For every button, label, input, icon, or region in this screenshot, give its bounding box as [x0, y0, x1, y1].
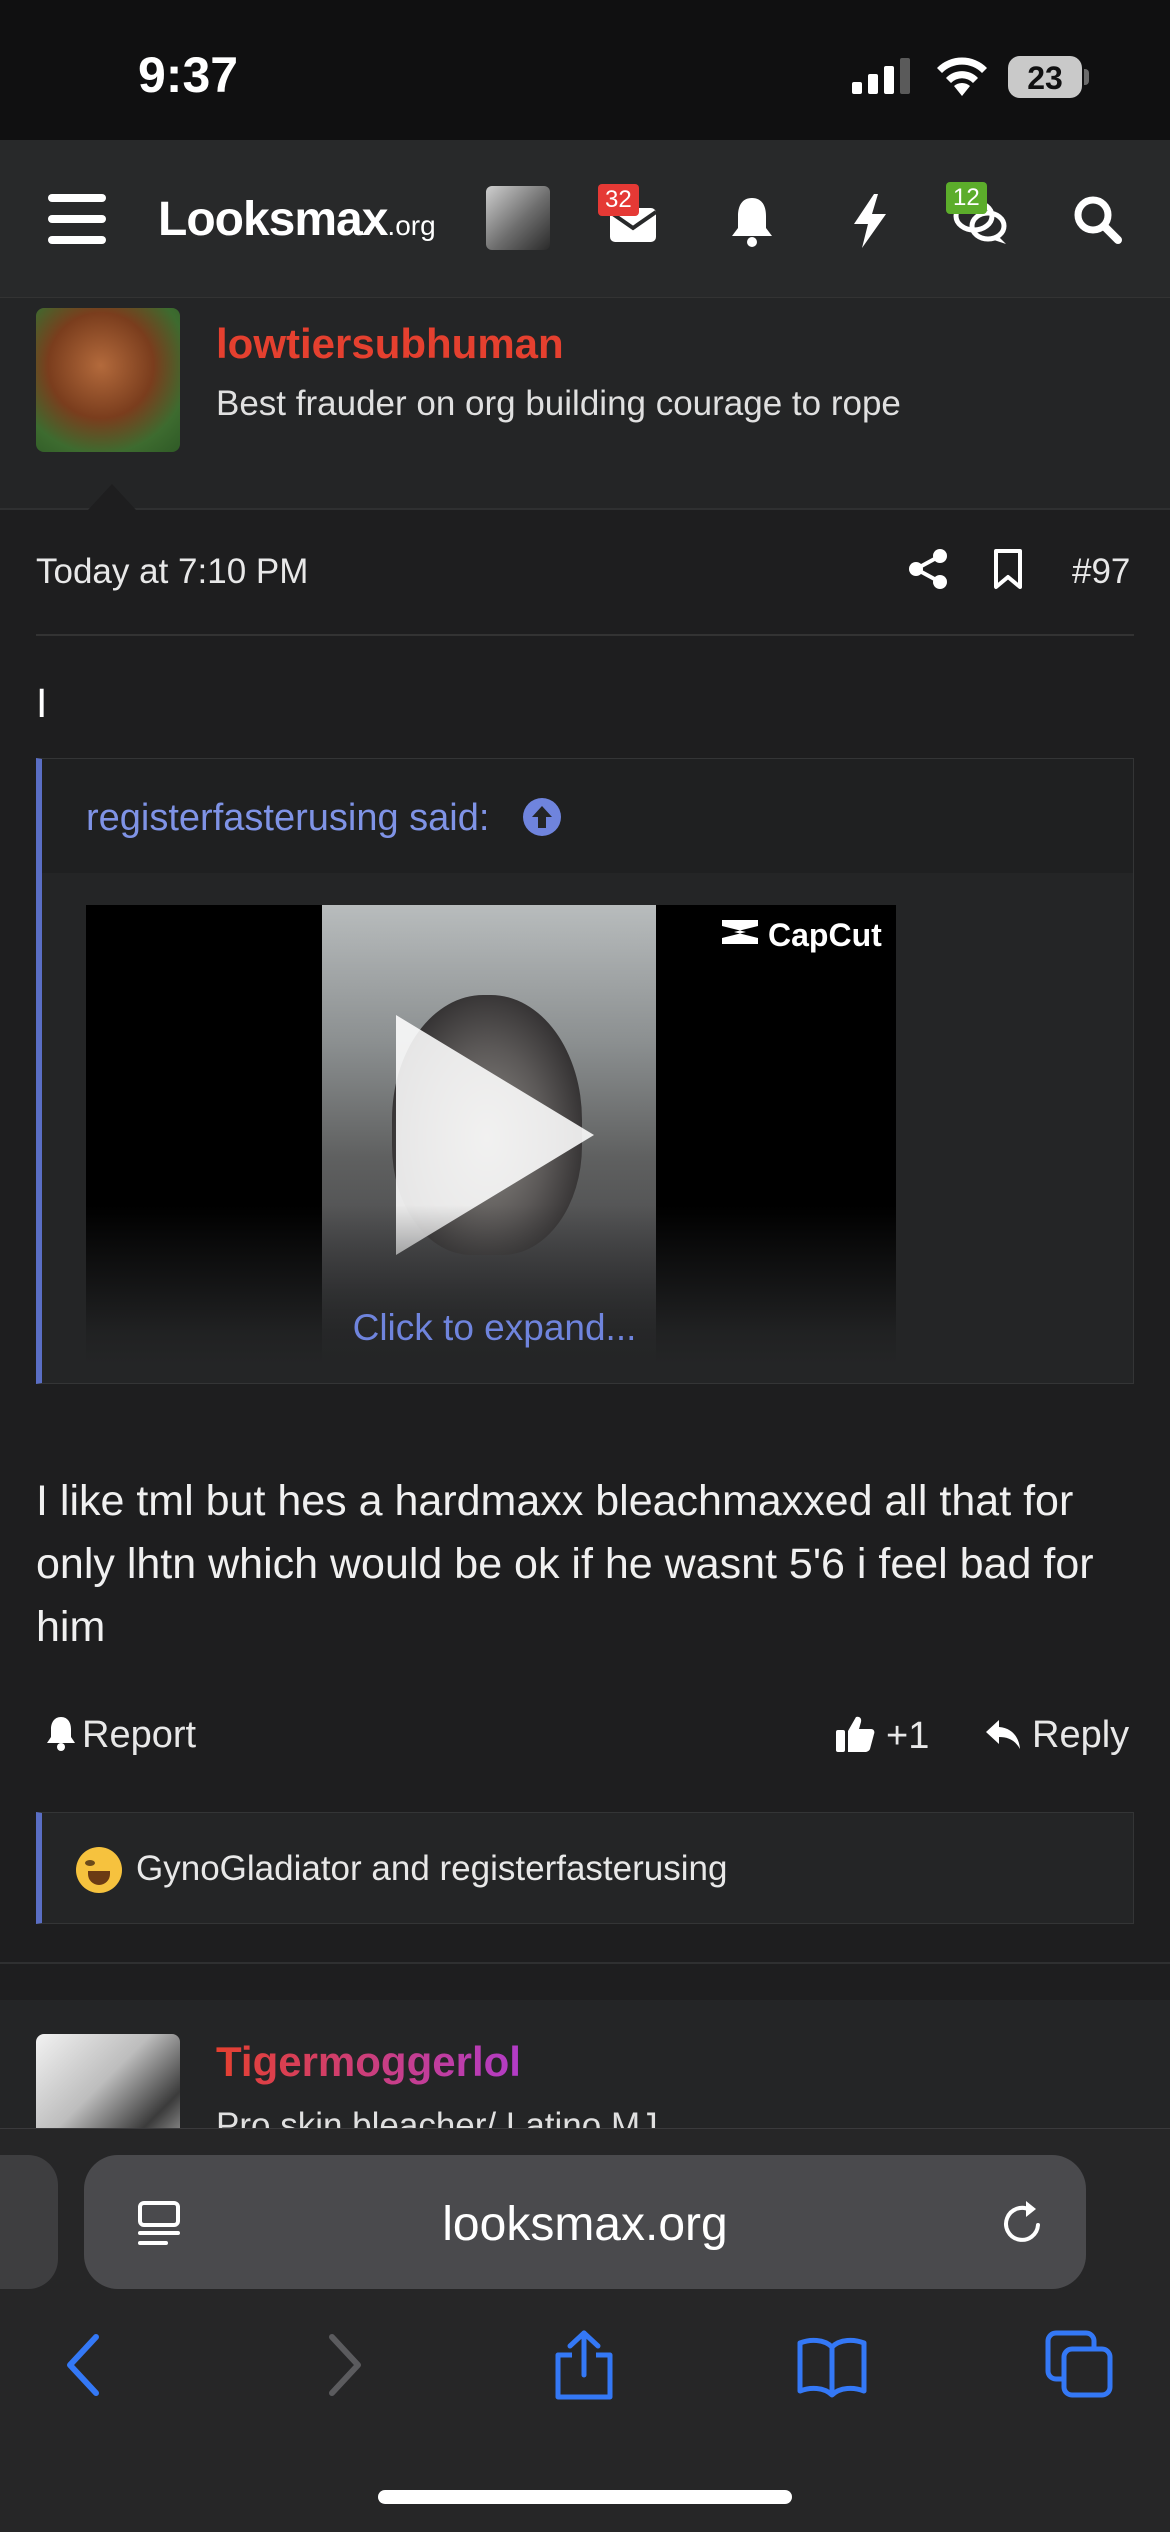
bookmarks-book-icon[interactable]: [796, 2329, 868, 2401]
post-date[interactable]: Today at 7:10 PM: [36, 552, 308, 592]
share-sheet-icon[interactable]: [548, 2329, 620, 2401]
embedded-video[interactable]: CapCut: [86, 905, 896, 1365]
reactions-users[interactable]: GynoGladiator and registerfasterusing: [136, 1849, 727, 1889]
click-to-expand-link[interactable]: Click to expand...: [42, 1307, 1133, 1349]
author-name[interactable]: lowtiersubhuman: [216, 320, 564, 368]
reply-label: Reply: [1032, 1714, 1130, 1756]
back-chevron-icon[interactable]: [52, 2329, 124, 2401]
battery-level: 23: [1027, 60, 1063, 96]
search-icon: [1074, 196, 1122, 244]
next-post-author-block: Tigermoggerlol Pro skin bleacher/ Latino…: [0, 2000, 1170, 2130]
quote-author-link[interactable]: registerfasterusing said:: [86, 797, 489, 840]
inbox-badge: 32: [598, 184, 639, 216]
thumbs-up-icon: [836, 1716, 875, 1752]
like-button[interactable]: +1: [834, 1714, 929, 1758]
whats-new-button[interactable]: [840, 190, 900, 250]
divider: [36, 634, 1134, 636]
previous-tab[interactable]: [0, 2155, 58, 2289]
bell-icon: [732, 198, 772, 247]
author-title: Best frauder on org building courage to …: [216, 384, 901, 423]
quote-header: registerfasterusing said:: [42, 759, 1133, 873]
post-text-first-line: I: [36, 680, 48, 726]
site-header: Looksmax.org 32 12: [0, 140, 1170, 298]
author-arrow: [88, 484, 136, 510]
home-indicator: [378, 2490, 792, 2504]
reply-button[interactable]: Reply: [984, 1714, 1129, 1757]
report-label: Report: [82, 1714, 197, 1756]
conversations-button[interactable]: 12: [946, 182, 1010, 250]
browser-toolbar: looksmax.org: [0, 2128, 1170, 2532]
bookmark-icon[interactable]: [992, 548, 1024, 590]
like-count: +1: [886, 1715, 930, 1757]
site-logo[interactable]: Looksmax.org: [158, 192, 436, 247]
reply-arrow-icon: [986, 1720, 1020, 1749]
conversations-badge: 12: [946, 182, 987, 214]
logo-main: Looksmax: [158, 193, 388, 246]
arrow-up-circle-icon[interactable]: [522, 797, 562, 837]
logo-suffix: .org: [387, 210, 436, 241]
laughing-crying-emoji-icon: [76, 1847, 122, 1893]
status-bar: 9:37 23: [0, 0, 1170, 140]
post-author-block: lowtiersubhuman Best frauder on org buil…: [0, 298, 1170, 510]
alerts-button[interactable]: [722, 190, 782, 250]
reactions-bar[interactable]: GynoGladiator and registerfasterusing: [36, 1812, 1134, 1924]
forward-chevron-icon[interactable]: [304, 2329, 376, 2401]
wifi-icon: [937, 57, 987, 96]
address-bar[interactable]: looksmax.org: [84, 2155, 1086, 2289]
post-body-text: I like tml but hes a hardmaxx bleachmaxx…: [36, 1477, 1094, 1651]
capcut-logo-icon: [722, 920, 758, 944]
report-button[interactable]: Report: [44, 1714, 196, 1757]
battery-icon: 23: [1008, 56, 1089, 98]
url-text[interactable]: looksmax.org: [84, 2197, 1086, 2252]
lightning-icon: [854, 194, 886, 248]
capcut-watermark: CapCut: [720, 917, 882, 954]
share-icon[interactable]: [908, 548, 948, 590]
status-time: 9:37: [138, 47, 239, 103]
tabs-icon[interactable]: [1044, 2329, 1116, 2401]
author-avatar[interactable]: [36, 308, 180, 452]
inbox-button[interactable]: 32: [598, 184, 664, 250]
post-number[interactable]: #97: [1072, 552, 1130, 592]
user-avatar[interactable]: [486, 186, 550, 250]
search-button[interactable]: [1068, 190, 1128, 250]
next-author-name[interactable]: Tigermoggerlol: [216, 2038, 521, 2086]
next-author-title: Pro skin bleacher/ Latino MJ: [216, 2106, 658, 2130]
reload-icon[interactable]: [998, 2197, 1048, 2249]
cellular-signal-icon: [852, 58, 910, 94]
bell-icon: [47, 1717, 75, 1751]
capcut-label: CapCut: [768, 917, 882, 953]
next-author-avatar[interactable]: [36, 2034, 180, 2130]
post-separator: [0, 1962, 1170, 1964]
menu-icon[interactable]: [48, 194, 106, 244]
quote-block: registerfasterusing said: CapCut Click t…: [36, 758, 1134, 1384]
